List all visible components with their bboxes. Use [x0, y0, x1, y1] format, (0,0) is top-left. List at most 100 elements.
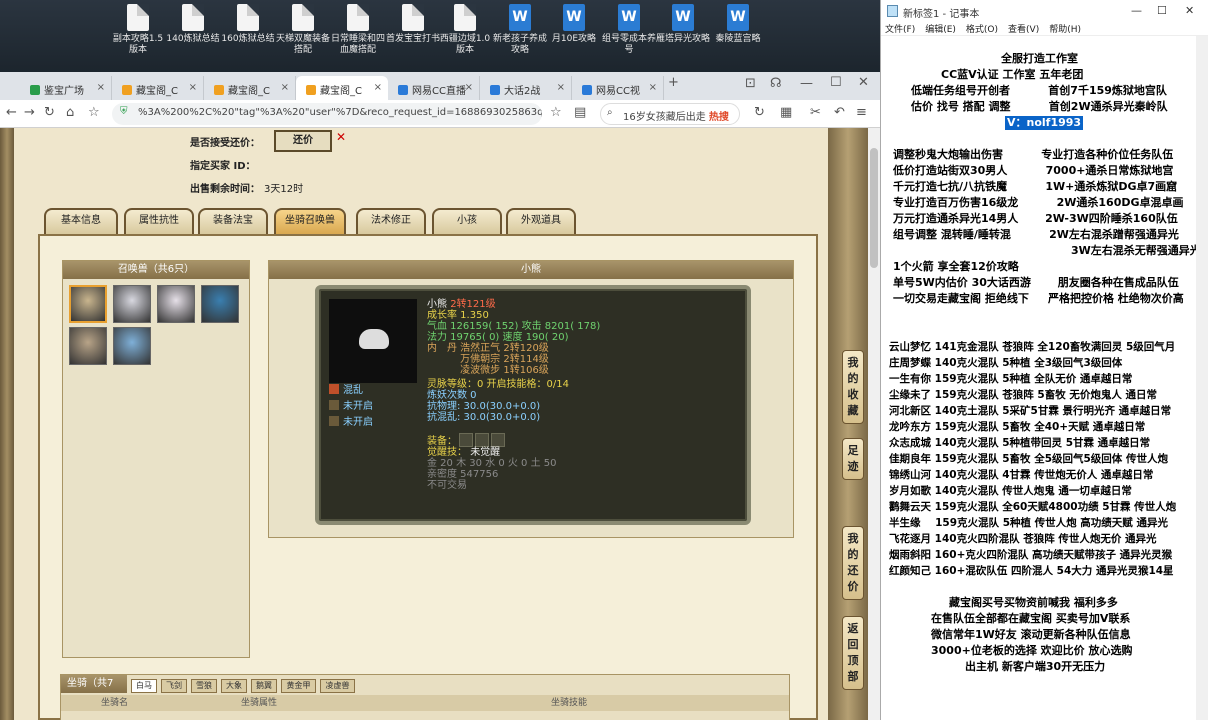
- minimize-icon[interactable]: —: [1131, 4, 1142, 17]
- pet-list-header: 召唤兽（共6只）: [63, 261, 249, 279]
- desktop-icon[interactable]: W 新老孩子养成攻略: [492, 4, 548, 56]
- bookmark-icon[interactable]: ☆: [88, 105, 100, 120]
- mount-tab[interactable]: 飞剑: [161, 679, 187, 693]
- refresh-icon[interactable]: ↻: [754, 105, 765, 120]
- star-icon[interactable]: ☆: [550, 105, 562, 120]
- desktop-icon[interactable]: W 月10E攻略: [546, 4, 602, 45]
- game-tab[interactable]: 外观道具: [506, 208, 576, 234]
- desktop-icon[interactable]: 首发宝宝打书: [385, 4, 441, 45]
- browser-tab[interactable]: 藏宝阁_C ×: [112, 76, 204, 100]
- browser-tab[interactable]: 网易CC视 ×: [572, 76, 664, 100]
- notepad-line: 专业打造百万伤害16级龙 2W通杀160DG卓混卓画: [893, 196, 1184, 209]
- desktop-icon[interactable]: 140炼狱总结: [165, 4, 221, 45]
- game-tab[interactable]: 基本信息: [44, 208, 118, 234]
- word-file-icon: W: [509, 4, 531, 31]
- search-icon: ⌕: [607, 107, 613, 118]
- side-button[interactable]: 我的收藏: [842, 350, 864, 424]
- desktop-icon[interactable]: 西疆边域1.0版本: [437, 4, 493, 56]
- maximize-icon[interactable]: ☐: [830, 75, 842, 90]
- pet-thumbnail[interactable]: [113, 285, 151, 323]
- tab-close-icon[interactable]: ×: [649, 82, 657, 93]
- browser-tab[interactable]: 网易CC直播 ×: [388, 76, 480, 100]
- tab-close-icon[interactable]: ×: [189, 82, 197, 93]
- browser-tab[interactable]: 鉴宝广场 ×: [20, 76, 112, 100]
- desktop-icon[interactable]: 160炼狱总结: [220, 4, 276, 45]
- game-tab[interactable]: 法术修正: [356, 208, 426, 234]
- site-favicon: [306, 85, 316, 95]
- site-favicon: [30, 85, 40, 95]
- desktop-icon[interactable]: 天梯双魔装备搭配: [275, 4, 331, 56]
- browser-tab[interactable]: 藏宝阁_C ×: [296, 76, 388, 100]
- pet-detail-header: 小熊: [269, 261, 793, 279]
- tab-search-icon[interactable]: ⊡: [745, 76, 756, 91]
- word-file-icon: W: [618, 4, 640, 31]
- counter-offer-button[interactable]: 还价: [274, 130, 332, 152]
- desktop-icon[interactable]: 日常睡梁和四血魔搭配: [330, 4, 386, 56]
- tab-close-icon[interactable]: ×: [557, 82, 565, 93]
- side-button[interactable]: 返回顶部: [842, 616, 864, 690]
- grid-icon[interactable]: ▦: [780, 105, 792, 120]
- minimize-icon[interactable]: —: [800, 76, 813, 91]
- pet-thumbnail[interactable]: [69, 285, 107, 323]
- pet-thumbnail[interactable]: [113, 327, 151, 365]
- game-tab[interactable]: 小孩: [432, 208, 502, 234]
- notepad-menu-item[interactable]: 格式(O): [966, 25, 998, 35]
- game-tab[interactable]: 属性抗性: [124, 208, 194, 234]
- pet-list: 召唤兽（共6只）: [62, 260, 250, 658]
- side-button[interactable]: 我的还价: [842, 526, 864, 600]
- word-file-icon: W: [727, 4, 749, 31]
- mount-tab[interactable]: 黄金甲: [281, 679, 316, 693]
- equip-slot[interactable]: [475, 433, 489, 447]
- equip-slot[interactable]: [491, 433, 505, 447]
- desktop-icon[interactable]: 副本攻略1.5版本: [110, 4, 166, 56]
- scissors-icon[interactable]: ✂: [810, 105, 821, 120]
- pet-closeness: 亲密度 547756: [427, 469, 499, 480]
- home-icon[interactable]: ⌂: [66, 105, 74, 120]
- maximize-icon[interactable]: ☐: [1157, 4, 1167, 17]
- mount-col-attr: 坐骑属性: [241, 698, 278, 708]
- tab-close-icon[interactable]: ×: [465, 82, 473, 93]
- notepad-menu-item[interactable]: 查看(V): [1008, 25, 1039, 35]
- reload-icon[interactable]: ↻: [44, 105, 55, 120]
- pet-thumbnail[interactable]: [157, 285, 195, 323]
- mount-tab[interactable]: 鹅翼: [251, 679, 277, 693]
- site-favicon: [398, 85, 408, 95]
- page-scrollbar[interactable]: [868, 128, 880, 720]
- close-icon[interactable]: ✕: [1185, 4, 1194, 17]
- desktop-icon[interactable]: W 秦陵蓝宫略: [710, 4, 766, 45]
- search-input[interactable]: ⌕ 16岁女孩藏后出走 热搜: [600, 103, 740, 125]
- desktop-icon[interactable]: W 雁塔异光攻略: [655, 4, 711, 45]
- browser-tab[interactable]: 藏宝阁_C ×: [204, 76, 296, 100]
- tab-close-icon[interactable]: ×: [97, 82, 105, 93]
- undo-icon[interactable]: ↶: [834, 105, 845, 120]
- notepad-scrollbar[interactable]: [1196, 36, 1208, 720]
- pet-thumbnail[interactable]: [201, 285, 239, 323]
- back-icon[interactable]: ←: [6, 105, 17, 120]
- notepad-menu-item[interactable]: 文件(F): [885, 25, 915, 35]
- equip-slot[interactable]: [459, 433, 473, 447]
- close-icon[interactable]: ✕: [858, 75, 869, 90]
- side-button[interactable]: 足迹: [842, 438, 864, 480]
- menu-icon[interactable]: ≡: [856, 105, 867, 120]
- new-tab-icon[interactable]: +: [668, 75, 679, 90]
- reader-icon[interactable]: ▤: [574, 105, 586, 120]
- tab-close-icon[interactable]: ×: [281, 82, 289, 93]
- notepad-menu-item[interactable]: 编辑(E): [925, 25, 956, 35]
- url-input[interactable]: ⛨ %3A%200%2C%20"tag"%3A%20"user"%7D&reco…: [112, 103, 542, 125]
- tab-close-icon[interactable]: ×: [374, 82, 382, 93]
- notepad-line: 3000+位老板的选择 欢迎比价 放心选购: [931, 644, 1133, 657]
- mount-tab[interactable]: 大象: [221, 679, 247, 693]
- notepad-line: 红颜知己 160+混砍队伍 四阶混人 54大力 通异光灵猴14星: [889, 565, 1174, 577]
- mount-tab[interactable]: 雪狼: [191, 679, 217, 693]
- game-tab[interactable]: 装备法宝: [198, 208, 268, 234]
- mount-tab[interactable]: 凌虚兽: [320, 679, 355, 693]
- pin-icon[interactable]: ☊: [770, 76, 782, 91]
- pet-thumbnail[interactable]: [69, 327, 107, 365]
- side-button-label: 返回顶部: [847, 622, 859, 683]
- browser-tab[interactable]: 大话2战 ×: [480, 76, 572, 100]
- mount-tab[interactable]: 白马: [131, 679, 157, 693]
- game-tab[interactable]: 坐骑召唤兽: [274, 208, 346, 234]
- notepad-menu-item[interactable]: 帮助(H): [1049, 25, 1081, 35]
- forward-icon[interactable]: →: [24, 105, 35, 120]
- desktop-icon[interactable]: W 组号零成本养号: [601, 4, 657, 56]
